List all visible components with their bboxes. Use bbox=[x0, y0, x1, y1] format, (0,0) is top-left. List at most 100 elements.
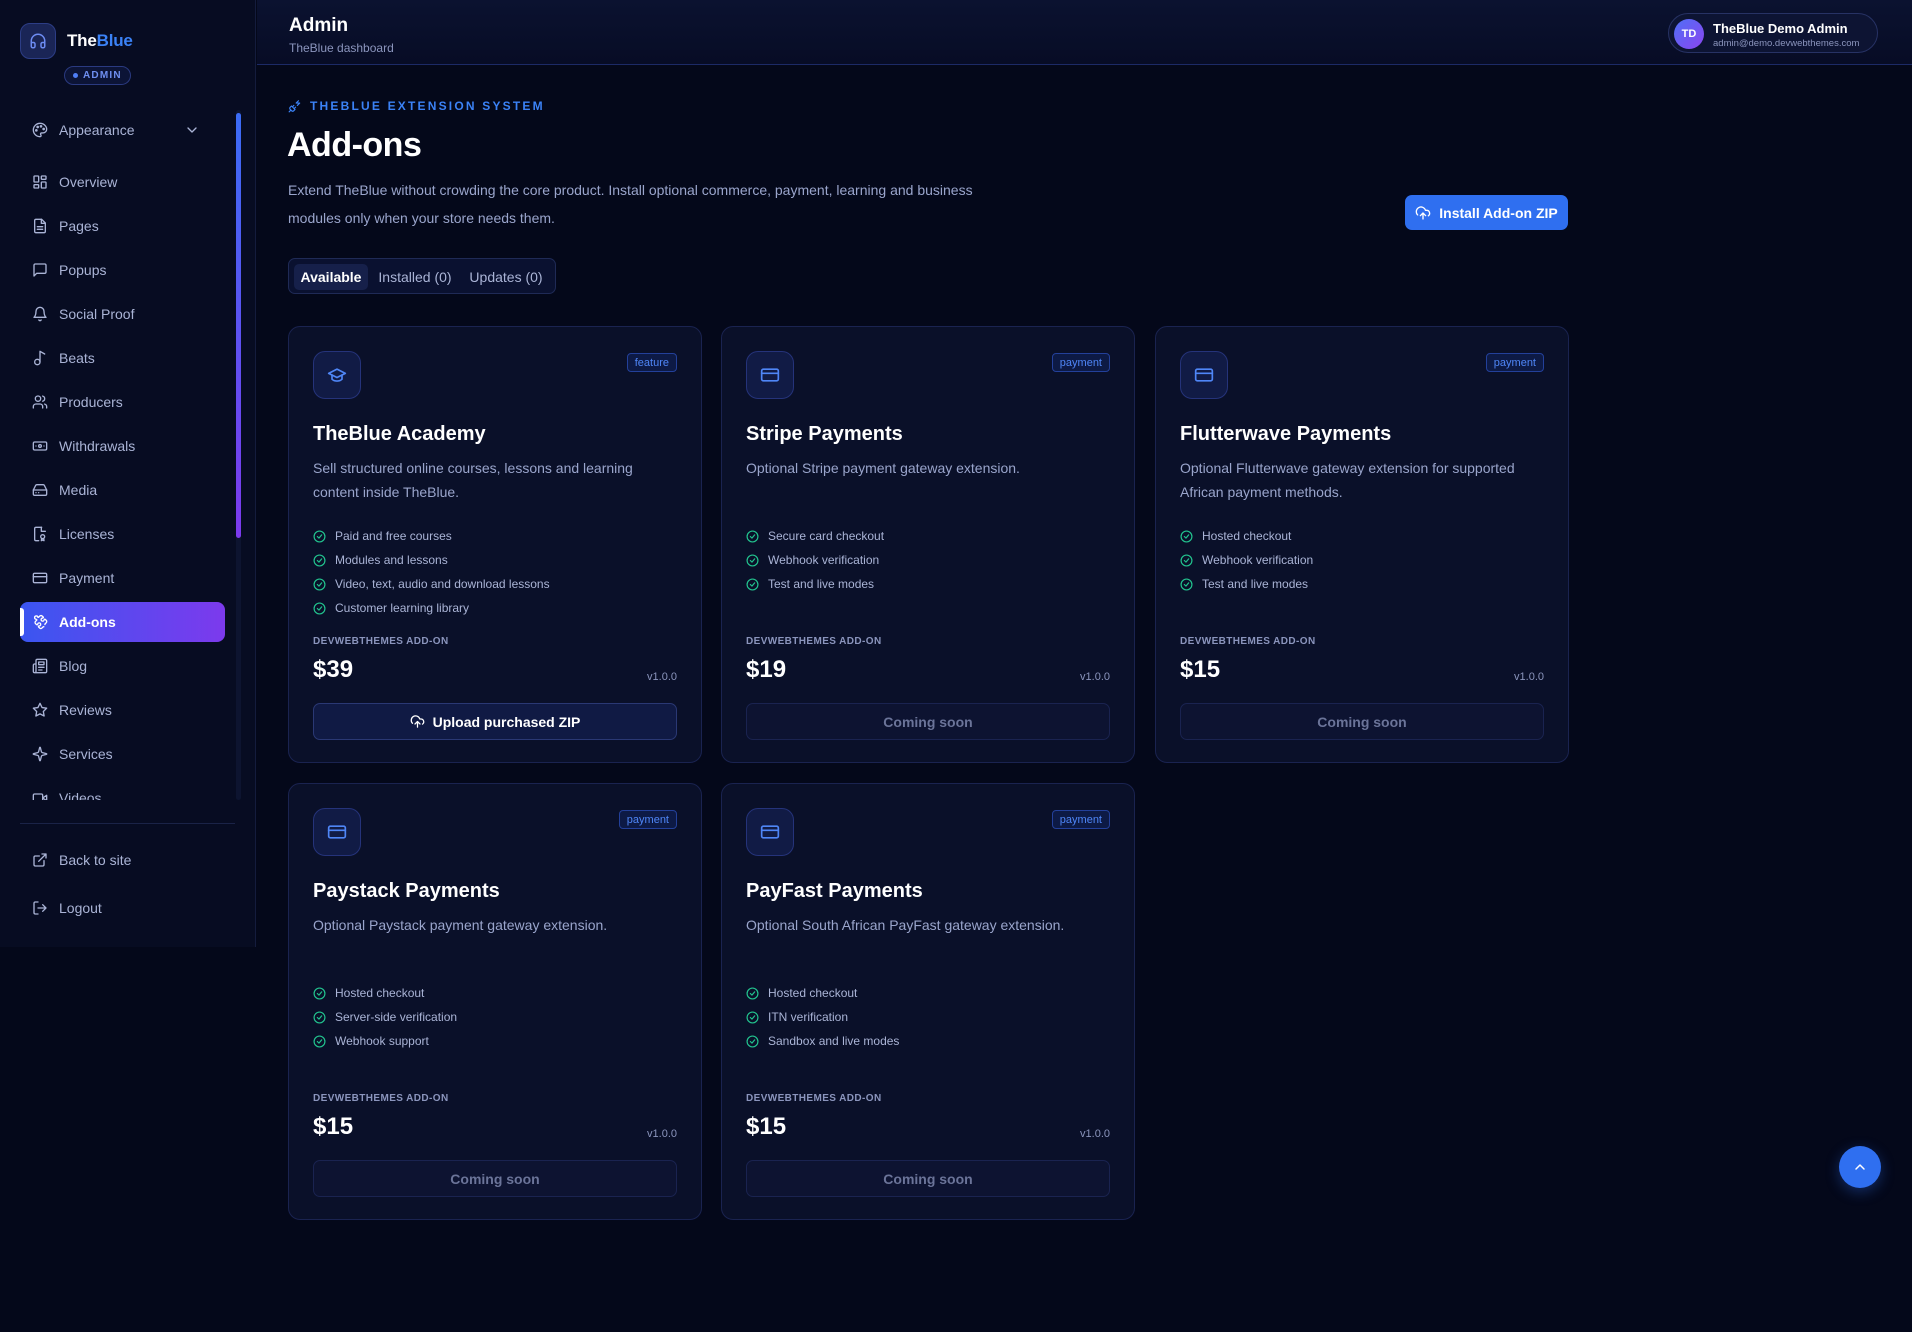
user-menu[interactable]: TD TheBlue Demo Admin admin@demo.devwebt… bbox=[1668, 13, 1878, 53]
logout-button[interactable]: Logout bbox=[20, 888, 225, 928]
admin-badge: ADMIN bbox=[64, 66, 131, 85]
sidebar-item-label: Overview bbox=[59, 174, 118, 190]
avatar: TD bbox=[1674, 19, 1704, 49]
check-circle-icon bbox=[313, 986, 326, 1000]
sidebar-item-label: Beats bbox=[59, 350, 95, 366]
sidebar-item-videos[interactable]: Videos bbox=[20, 778, 225, 800]
feature-item: Video, text, audio and download lessons bbox=[313, 572, 550, 596]
sidebar-item-producers[interactable]: Producers bbox=[20, 382, 225, 422]
feature-item: Hosted checkout bbox=[746, 981, 899, 1005]
addon-title: Paystack Payments bbox=[313, 880, 500, 902]
brand-name: TheBlue bbox=[67, 31, 133, 50]
addon-version: v1.0.0 bbox=[647, 1128, 677, 1140]
addon-title: Stripe Payments bbox=[746, 423, 903, 445]
puzzle-icon bbox=[34, 614, 48, 630]
sidebar-item-withdrawals[interactable]: Withdrawals bbox=[20, 426, 225, 466]
scroll-to-top-button[interactable] bbox=[1839, 1146, 1881, 1188]
feature-item: Hosted checkout bbox=[1180, 524, 1313, 548]
addon-version: v1.0.0 bbox=[647, 671, 677, 683]
upload-purchased-zip-button[interactable]: Upload purchased ZIP bbox=[313, 703, 677, 740]
tab-installed[interactable]: Installed (0) bbox=[372, 264, 458, 290]
back-to-site-link[interactable]: Back to site bbox=[20, 840, 225, 880]
logout-label: Logout bbox=[59, 900, 102, 916]
addon-card: feature TheBlue Academy Sell structured on… bbox=[288, 326, 702, 763]
addon-price: $15 bbox=[1180, 656, 1221, 683]
sidebar-item-blog[interactable]: Blog bbox=[20, 646, 225, 686]
check-circle-icon bbox=[313, 1010, 326, 1024]
sidebar-item-label: Producers bbox=[59, 394, 123, 410]
addon-card: payment Flutterwave Payments Optional Flut… bbox=[1155, 326, 1569, 763]
sidebar-item-label: Services bbox=[59, 746, 113, 762]
addon-vendor: DEVWEBTHEMES ADD-ON bbox=[746, 1093, 882, 1104]
external-link-icon bbox=[33, 853, 47, 867]
users-icon bbox=[32, 395, 48, 409]
sidebar-item-social-proof[interactable]: Social Proof bbox=[20, 294, 225, 334]
addon-category-badge: payment bbox=[618, 810, 677, 829]
sidebar-item-label: Blog bbox=[59, 658, 88, 674]
addon-price: $39 bbox=[313, 656, 354, 683]
addon-title: Flutterwave Payments bbox=[1180, 423, 1392, 445]
sidebar-item-label: Media bbox=[59, 482, 98, 498]
check-circle-icon bbox=[746, 553, 759, 567]
sidebar-item-beats[interactable]: Beats bbox=[20, 338, 225, 378]
feature-item: Server-side verification bbox=[313, 1005, 457, 1029]
sidebar-item-services[interactable]: Services bbox=[20, 734, 225, 774]
check-circle-icon bbox=[313, 577, 326, 591]
credit-card-icon bbox=[746, 808, 794, 856]
feature-item: Webhook verification bbox=[746, 548, 884, 572]
grid-icon bbox=[33, 175, 47, 189]
addon-vendor: DEVWEBTHEMES ADD-ON bbox=[313, 636, 449, 647]
sidebar-item-overview[interactable]: Overview bbox=[20, 162, 225, 202]
sidebar-item-popups[interactable]: Popups bbox=[20, 250, 225, 290]
sidebar-item-pages[interactable]: Pages bbox=[20, 206, 225, 246]
feature-item: Test and live modes bbox=[746, 572, 884, 596]
install-addon-zip-button[interactable]: Install Add-on ZIP bbox=[1405, 195, 1568, 230]
addon-vendor: DEVWEBTHEMES ADD-ON bbox=[313, 1093, 449, 1104]
check-circle-icon bbox=[313, 529, 326, 543]
page-title: Add-ons bbox=[287, 126, 422, 164]
license-icon bbox=[34, 526, 46, 542]
addon-card: payment Paystack Payments Optional Paystac… bbox=[288, 783, 702, 1220]
message-icon bbox=[33, 263, 47, 277]
check-circle-icon bbox=[313, 601, 326, 615]
sidebar-scrollbar-thumb[interactable] bbox=[236, 113, 241, 538]
addon-feature-list: Hosted checkout ITN verification Sandbox a… bbox=[746, 981, 899, 1053]
sidebar-item-label: Add-ons bbox=[59, 614, 116, 630]
addon-category-badge: payment bbox=[1051, 353, 1110, 372]
coming-soon-button: Coming soon bbox=[1180, 703, 1544, 740]
addon-category-badge: payment bbox=[1051, 810, 1110, 829]
addon-feature-list: Hosted checkout Webhook verification Test … bbox=[1180, 524, 1313, 596]
addon-feature-list: Secure card checkout Webhook verification… bbox=[746, 524, 884, 596]
tab-available[interactable]: Available bbox=[294, 264, 368, 290]
tab-updates[interactable]: Updates (0) bbox=[462, 264, 550, 290]
sidebar-item-add-ons[interactable]: Add-ons bbox=[20, 602, 225, 642]
feature-item: ITN verification bbox=[746, 1005, 899, 1029]
sidebar-item-payment[interactable]: Payment bbox=[20, 558, 225, 598]
sidebar-item-media[interactable]: Media bbox=[20, 470, 225, 510]
feature-item: Webhook support bbox=[313, 1029, 457, 1053]
card-icon bbox=[32, 572, 48, 584]
check-circle-icon bbox=[746, 1010, 759, 1024]
credit-card-icon bbox=[1180, 351, 1228, 399]
addon-category-badge: payment bbox=[1485, 353, 1544, 372]
plug-icon bbox=[288, 100, 301, 113]
addon-price: $19 bbox=[746, 656, 787, 683]
banknote-icon bbox=[32, 441, 48, 451]
sidebar-item-licenses[interactable]: Licenses bbox=[20, 514, 225, 554]
chevron-down-icon bbox=[187, 127, 197, 133]
brand-logo[interactable]: TheBlue bbox=[20, 23, 133, 59]
check-circle-icon bbox=[746, 577, 759, 591]
check-circle-icon bbox=[313, 1034, 326, 1048]
addon-card: payment Stripe Payments Optional Stripe pa… bbox=[721, 326, 1135, 763]
sidebar-item-reviews[interactable]: Reviews bbox=[20, 690, 225, 730]
addon-title: PayFast Payments bbox=[746, 880, 923, 902]
feature-item: Customer learning library bbox=[313, 596, 550, 620]
star-icon bbox=[32, 702, 48, 717]
sidebar-item-appearance[interactable]: Appearance bbox=[20, 110, 225, 150]
sidebar-item-label: Popups bbox=[59, 262, 107, 278]
sidebar-nav: Appearance Overview Pages Popups Social … bbox=[0, 110, 256, 800]
cloud-upload-icon bbox=[1415, 205, 1431, 220]
logout-icon bbox=[33, 901, 47, 915]
top-header: Admin TheBlue dashboard TD TheBlue Demo … bbox=[257, 0, 1912, 65]
sidebar-divider bbox=[20, 823, 235, 824]
